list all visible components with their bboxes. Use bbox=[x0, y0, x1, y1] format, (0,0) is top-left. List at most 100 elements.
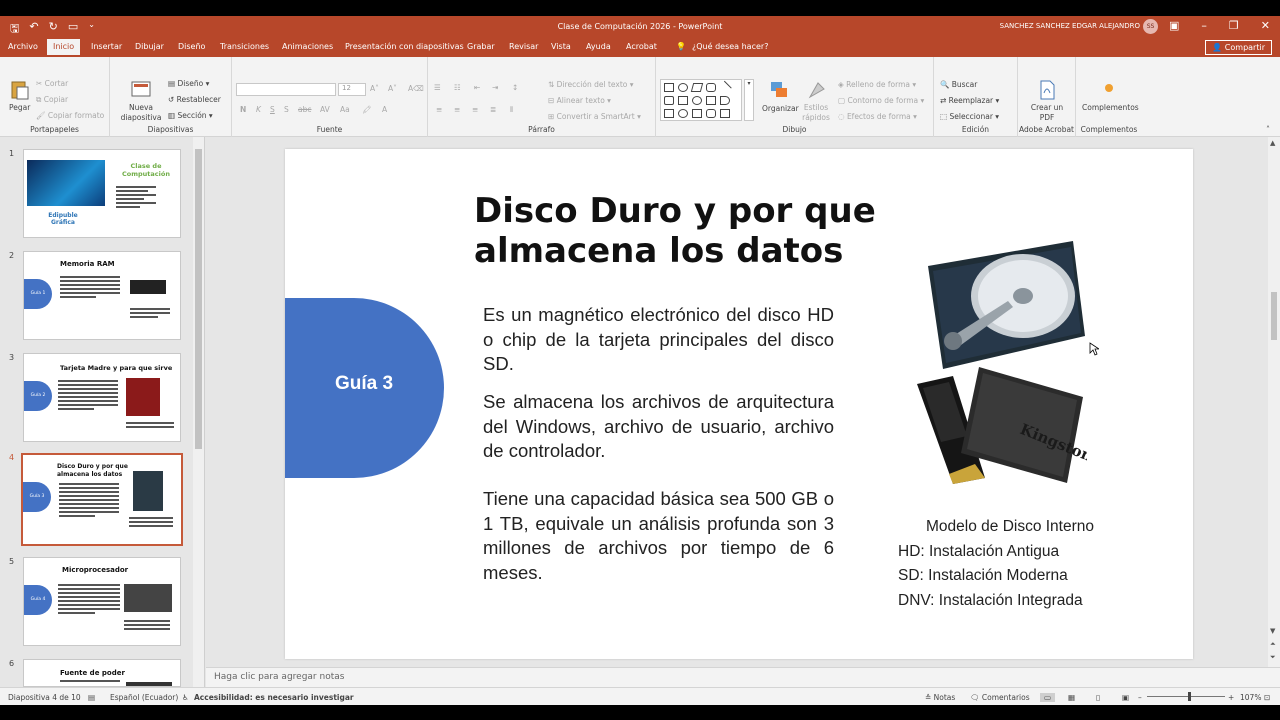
tab-grabar[interactable]: Grabar bbox=[467, 42, 495, 51]
shape-3[interactable] bbox=[678, 96, 688, 105]
shape-parallelogram[interactable] bbox=[690, 83, 704, 92]
strikethrough-icon[interactable]: abc bbox=[298, 105, 311, 114]
ribbon-display-icon[interactable]: ▣ bbox=[1169, 19, 1179, 32]
underline-icon[interactable]: S bbox=[270, 105, 275, 114]
shape-oval[interactable] bbox=[678, 83, 688, 92]
shape-fill-button[interactable]: ◈ Relleno de forma ▾ bbox=[838, 80, 916, 89]
tab-presentacion[interactable]: Presentación con diapositivas bbox=[345, 42, 464, 51]
numbering-icon[interactable]: ☷ bbox=[454, 83, 461, 92]
slide-editing-canvas[interactable]: Disco Duro y por que almacena los datos … bbox=[206, 137, 1268, 667]
thumbnails-scrollbar[interactable] bbox=[193, 137, 204, 687]
tab-transiciones[interactable]: Transiciones bbox=[220, 42, 269, 51]
select-button[interactable]: ⬚ Seleccionar ▾ bbox=[940, 112, 999, 121]
tell-me-search[interactable]: ¿Qué desea hacer? bbox=[692, 42, 768, 51]
slide-thumbnail-4[interactable]: Disco Duro y por que almacena los datos … bbox=[21, 453, 183, 546]
align-text-button[interactable]: ⊟ Alinear texto ▾ bbox=[548, 96, 611, 105]
language-indicator[interactable]: Español (Ecuador) bbox=[110, 693, 178, 702]
slide-thumbnail-1[interactable]: Clase de Computación Edipuble Gráfica bbox=[23, 149, 181, 238]
quick-styles-icon[interactable] bbox=[806, 79, 828, 101]
paste-button[interactable]: Pegar bbox=[9, 103, 30, 112]
body-paragraph-1[interactable]: Es un magnético electrónico del disco HD… bbox=[483, 303, 834, 377]
arrange-button[interactable]: Organizar bbox=[762, 104, 799, 113]
scrollbar-thumb[interactable] bbox=[1271, 292, 1277, 340]
tab-vista[interactable]: Vista bbox=[551, 42, 571, 51]
grow-font-icon[interactable]: A˄ bbox=[370, 84, 379, 93]
highlight-icon[interactable]: 🖍 bbox=[362, 105, 372, 114]
create-pdf-icon[interactable] bbox=[1036, 79, 1058, 101]
body-paragraph-2[interactable]: Se almacena los archivos de arquitectura… bbox=[483, 390, 834, 464]
shape-7[interactable] bbox=[664, 109, 674, 118]
font-color-icon[interactable]: A bbox=[382, 105, 387, 114]
tab-acrobat[interactable]: Acrobat bbox=[626, 42, 657, 51]
copy-button[interactable]: ⧉ Copiar bbox=[36, 95, 68, 105]
comments-toggle-button[interactable]: 🗨 Comentarios bbox=[970, 693, 1030, 702]
bold-icon[interactable]: N bbox=[240, 105, 246, 114]
next-slide-icon[interactable]: ⏷ bbox=[1270, 653, 1276, 662]
scroll-up-icon[interactable]: ▲ bbox=[1270, 139, 1275, 147]
bullets-icon[interactable]: ☰ bbox=[434, 83, 441, 92]
shape-4[interactable] bbox=[692, 96, 702, 105]
close-icon[interactable]: ✕ bbox=[1261, 19, 1270, 32]
slide-scrollbar[interactable]: ▲ ▼ ⏶ ⏷ bbox=[1268, 137, 1280, 667]
tab-archivo[interactable]: Archivo bbox=[8, 42, 38, 51]
layout-button[interactable]: ▤ Diseño ▾ bbox=[168, 79, 209, 88]
tab-diseno[interactable]: Diseño bbox=[178, 42, 205, 51]
caption-line-hd[interactable]: HD: Instalación Antigua bbox=[898, 543, 1059, 561]
zoom-out-icon[interactable]: – bbox=[1138, 693, 1142, 702]
tab-dibujar[interactable]: Dibujar bbox=[135, 42, 164, 51]
shape-6[interactable] bbox=[720, 96, 730, 105]
shrink-font-icon[interactable]: A˅ bbox=[388, 84, 397, 93]
tab-insertar[interactable]: Insertar bbox=[91, 42, 122, 51]
addins-icon[interactable] bbox=[1098, 79, 1120, 101]
hard-disk-image[interactable] bbox=[923, 241, 1088, 371]
caption-line-dnv[interactable]: DNV: Instalación Integrada bbox=[898, 592, 1083, 610]
clear-format-icon[interactable]: A⌫ bbox=[408, 84, 424, 93]
shape-8[interactable] bbox=[678, 109, 688, 118]
reset-button[interactable]: ↺ Restablecer bbox=[168, 95, 221, 104]
create-pdf-button[interactable]: Crear un PDF bbox=[1026, 103, 1068, 123]
shape-outline-button[interactable]: ▢ Contorno de forma ▾ bbox=[838, 96, 924, 105]
zoom-in-icon[interactable]: + bbox=[1228, 693, 1234, 702]
paste-icon[interactable] bbox=[9, 79, 31, 101]
slide-thumbnail-2[interactable]: Memoria RAM Guía 1 bbox=[23, 251, 181, 340]
shape-5[interactable] bbox=[706, 96, 716, 105]
format-painter-button[interactable]: 🖌 Copiar formato bbox=[36, 111, 104, 120]
replace-button[interactable]: ⇄ Reemplazar ▾ bbox=[940, 96, 999, 105]
align-left-icon[interactable]: ≡ bbox=[436, 105, 442, 114]
previous-slide-icon[interactable]: ⏶ bbox=[1270, 640, 1276, 649]
scroll-down-icon[interactable]: ▼ bbox=[1270, 627, 1275, 635]
current-slide[interactable]: Disco Duro y por que almacena los datos … bbox=[285, 149, 1193, 659]
slide-sorter-icon[interactable]: ▦ bbox=[1068, 693, 1075, 702]
align-center-icon[interactable]: ≡ bbox=[454, 105, 460, 114]
new-slide-icon[interactable] bbox=[130, 79, 152, 101]
tab-ayuda[interactable]: Ayuda bbox=[586, 42, 611, 51]
notes-pane[interactable]: Haga clic para agregar notas bbox=[206, 667, 1280, 687]
minimize-icon[interactable]: – bbox=[1201, 19, 1207, 32]
shape-11[interactable] bbox=[720, 109, 730, 118]
shape-rounded[interactable] bbox=[706, 83, 716, 92]
zoom-slider[interactable] bbox=[1147, 696, 1225, 697]
guide-label[interactable]: Guía 3 bbox=[335, 373, 393, 395]
notes-toggle-button[interactable]: ≙ Notas bbox=[925, 693, 955, 702]
new-slide-button[interactable]: Nueva diapositiva bbox=[118, 103, 164, 123]
slide-thumbnail-5[interactable]: Microprocesador Guía 4 bbox=[23, 557, 181, 646]
shape-effects-button[interactable]: ◌ Efectos de forma ▾ bbox=[838, 112, 917, 121]
align-right-icon[interactable]: ≡ bbox=[472, 105, 478, 114]
italic-icon[interactable]: K bbox=[256, 105, 261, 114]
text-direction-button[interactable]: ⇅ Dirección del texto ▾ bbox=[548, 80, 634, 89]
reading-view-icon[interactable]: ▯ bbox=[1096, 693, 1100, 702]
accessibility-status[interactable]: Accesibilidad: es necesario investigar bbox=[194, 693, 354, 702]
shape-rectangle[interactable] bbox=[664, 83, 674, 92]
slide-title[interactable]: Disco Duro y por que almacena los datos bbox=[474, 191, 934, 271]
notes-placeholder[interactable]: Haga clic para agregar notas bbox=[214, 672, 344, 682]
image-caption-title[interactable]: Modelo de Disco Interno bbox=[926, 518, 1094, 536]
shape-10[interactable] bbox=[706, 109, 716, 118]
body-paragraph-3[interactable]: Tiene una capacidad básica sea 500 GB o … bbox=[483, 487, 834, 585]
share-button[interactable]: 👤 Compartir bbox=[1205, 40, 1272, 55]
shape-line[interactable] bbox=[718, 80, 732, 95]
spelling-icon[interactable]: ▤ bbox=[88, 693, 95, 702]
decrease-indent-icon[interactable]: ⇤ bbox=[474, 83, 480, 92]
shape-9[interactable] bbox=[692, 109, 702, 118]
caption-line-sd[interactable]: SD: Instalación Moderna bbox=[898, 567, 1068, 585]
find-button[interactable]: 🔍 Buscar bbox=[940, 80, 977, 89]
